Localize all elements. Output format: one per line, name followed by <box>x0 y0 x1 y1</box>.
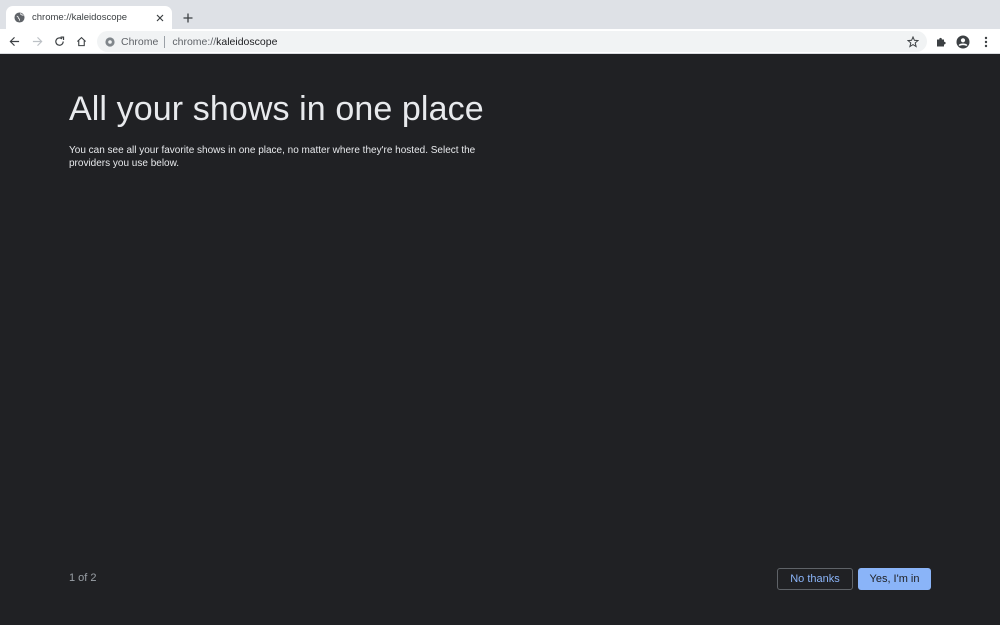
kaleidoscope-page: All your shows in one place You can see … <box>0 55 1000 625</box>
reload-icon[interactable] <box>52 34 67 49</box>
page-title: All your shows in one place <box>69 90 484 128</box>
tab-title: chrome://kaleidoscope <box>32 12 128 23</box>
account-icon[interactable] <box>955 34 970 49</box>
home-icon[interactable] <box>74 34 89 49</box>
close-icon[interactable] <box>153 11 167 25</box>
yes-im-in-button[interactable]: Yes, I'm in <box>858 568 931 590</box>
toolbar: Chrome chrome:// kaleidoscope <box>0 29 1000 54</box>
no-thanks-button[interactable]: No thanks <box>777 568 853 590</box>
url-scheme: chrome:// <box>172 35 217 48</box>
omnibox-separator <box>164 35 166 48</box>
plus-icon[interactable] <box>180 10 195 25</box>
chrome-site-icon <box>105 36 115 47</box>
omnibox[interactable]: Chrome chrome:// kaleidoscope <box>97 31 927 52</box>
puzzle-icon[interactable] <box>933 34 948 49</box>
page-description: You can see all your favorite shows in o… <box>69 145 476 169</box>
step-indicator: 1 of 2 <box>69 572 97 584</box>
forward-arrow-icon[interactable] <box>30 34 45 49</box>
active-tab[interactable]: chrome://kaleidoscope <box>6 6 172 29</box>
kebab-menu-icon[interactable] <box>978 34 993 49</box>
back-arrow-icon[interactable] <box>7 34 22 49</box>
globe-icon <box>14 12 25 23</box>
tab-strip: chrome://kaleidoscope <box>0 0 1000 29</box>
star-icon[interactable] <box>905 34 920 49</box>
url-host: kaleidoscope <box>216 35 278 48</box>
omnibox-chip: Chrome <box>121 35 159 48</box>
